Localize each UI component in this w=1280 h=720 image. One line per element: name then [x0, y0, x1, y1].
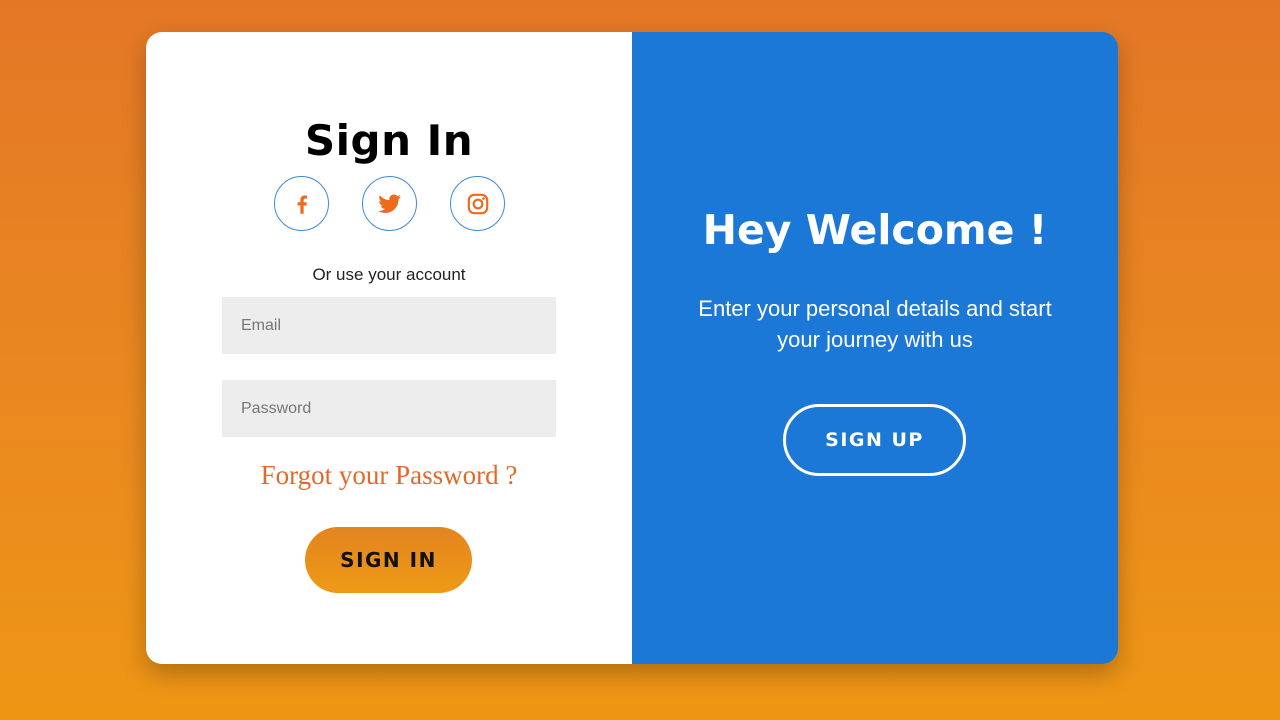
auth-card: Sign In Or use your account Email Forgot…: [146, 32, 1118, 664]
sign-up-button[interactable]: SIGN UP: [783, 404, 966, 476]
facebook-login-button[interactable]: [274, 176, 329, 231]
instagram-login-button[interactable]: [450, 176, 505, 231]
twitter-login-button[interactable]: [362, 176, 417, 231]
sign-in-button[interactable]: SIGN IN: [305, 527, 472, 593]
email-field[interactable]: [222, 297, 556, 354]
welcome-panel: Hey Welcome ! Enter your personal detail…: [632, 32, 1118, 664]
welcome-subtitle: Enter your personal details and start yo…: [698, 296, 1052, 352]
password-field[interactable]: [222, 380, 556, 437]
use-account-text: Or use your account: [312, 265, 466, 284]
welcome-title: Hey Welcome !: [702, 206, 1048, 254]
twitter-icon: [378, 194, 401, 213]
signin-title: Sign In: [304, 116, 474, 165]
facebook-icon: [297, 195, 307, 214]
signin-panel: Sign In Or use your account Email Forgot…: [146, 32, 632, 664]
instagram-icon: [467, 193, 488, 214]
social-login-group: [274, 176, 505, 231]
forgot-password-link[interactable]: Forgot your Password ?: [146, 460, 632, 491]
